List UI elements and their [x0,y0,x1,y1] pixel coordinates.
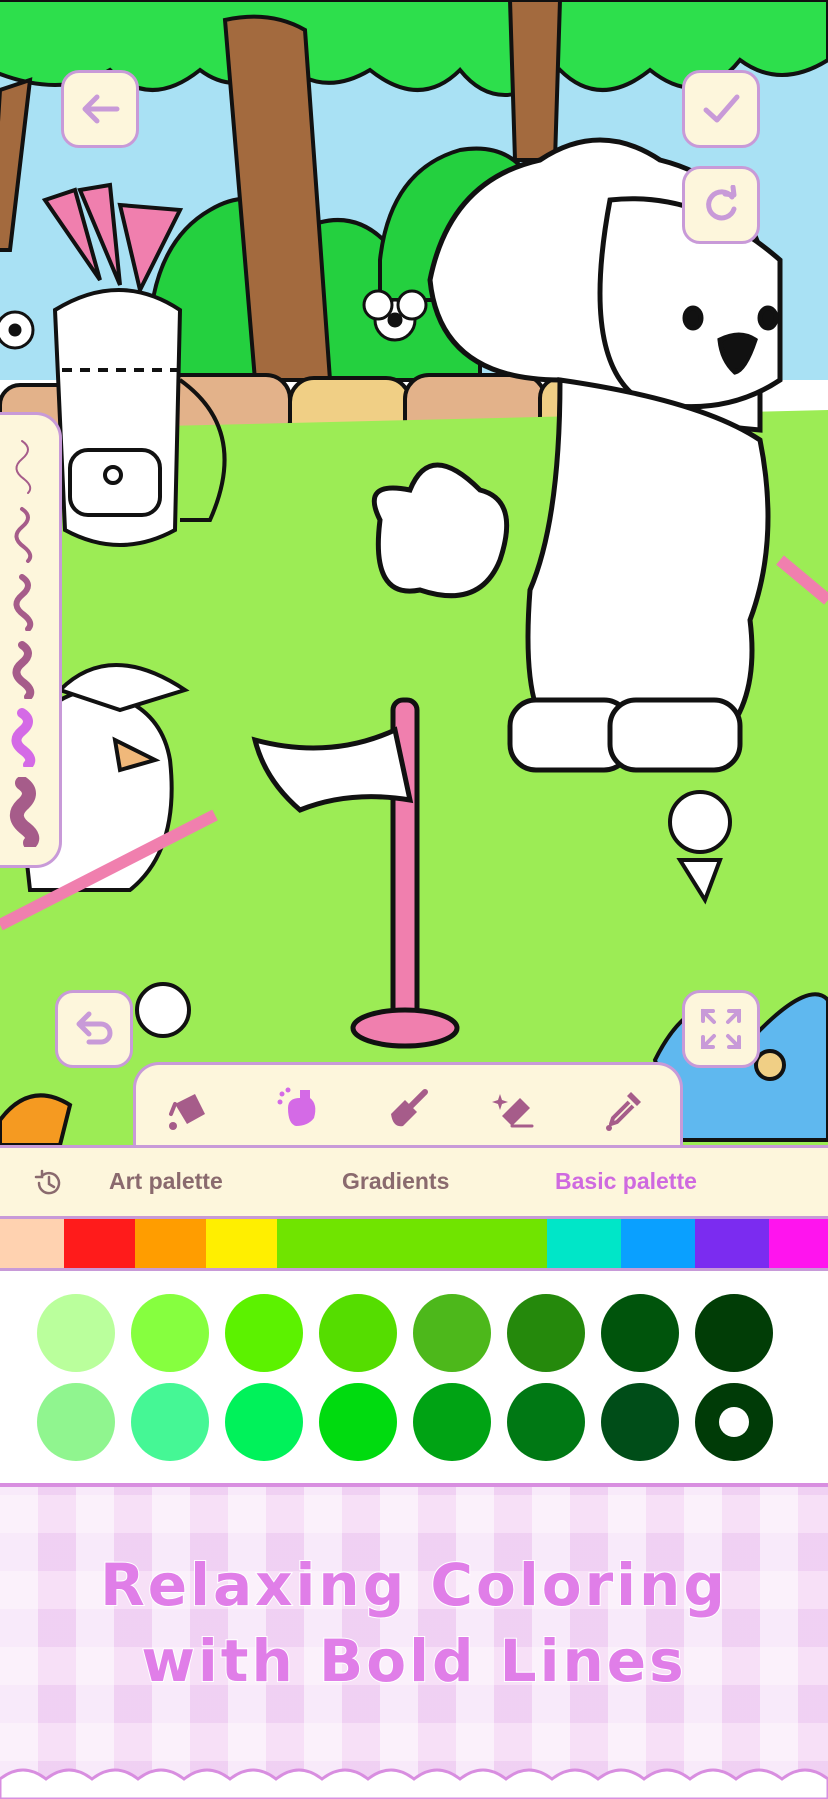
tool-eraser[interactable] [489,1081,545,1137]
hue-segment[interactable] [206,1219,277,1268]
color-swatch[interactable] [601,1294,679,1372]
hue-segment[interactable] [135,1219,206,1268]
color-swatch[interactable] [507,1294,585,1372]
tool-paint-brush[interactable] [380,1081,436,1137]
color-swatch[interactable] [319,1294,397,1372]
brush-thin-1[interactable] [4,435,50,495]
hue-segment[interactable] [695,1219,769,1268]
color-swatch[interactable] [601,1383,679,1461]
paint-brush-icon [390,1088,428,1126]
eyedropper-icon [605,1091,641,1131]
tab-gradients[interactable]: Gradients [342,1168,449,1195]
undo-icon [76,1011,113,1045]
brush-size-panel [0,412,62,868]
confirm-button[interactable] [682,70,760,148]
spray-icon [277,1087,316,1126]
color-swatch[interactable] [413,1294,491,1372]
fullscreen-button[interactable] [682,990,760,1068]
color-swatch[interactable] [695,1294,773,1372]
color-swatch[interactable] [413,1383,491,1461]
arrow-left-icon [82,94,120,124]
back-button[interactable] [61,70,139,148]
color-swatch[interactable] [225,1294,303,1372]
brush-medium-1[interactable] [4,571,50,632]
hue-segment[interactable] [277,1219,547,1268]
hue-segment[interactable] [621,1219,695,1268]
hue-strip [0,1219,828,1271]
color-swatch[interactable] [131,1294,209,1372]
hue-segment[interactable] [769,1219,828,1268]
color-swatch[interactable] [37,1383,115,1461]
brush-selected-violet[interactable] [4,707,50,770]
history-button[interactable] [34,1168,64,1202]
reset-button[interactable] [682,166,760,244]
selected-swatch-indicator [719,1407,749,1437]
promo-line-1: Relaxing Coloring [99,1550,728,1620]
promo-banner: Relaxing Coloring with Bold Lines [0,1483,828,1799]
tool-spray[interactable] [271,1081,327,1137]
color-swatch[interactable] [225,1383,303,1461]
expand-icon [701,1009,741,1049]
tool-bar [133,1062,683,1152]
check-icon [703,94,740,123]
color-swatch[interactable] [37,1294,115,1372]
refresh-icon [706,185,737,221]
promo-line-2: with Bold Lines [140,1626,687,1696]
brush-medium-2[interactable] [4,639,50,701]
palette-tabs: Art palette Gradients Basic palette [0,1145,828,1219]
brush-thin-2[interactable] [4,503,50,563]
brush-thick[interactable] [4,776,50,850]
paint-bucket-icon [169,1093,206,1130]
tool-eyedropper[interactable] [598,1081,654,1137]
color-swatch[interactable] [319,1383,397,1461]
eraser-icon [491,1093,534,1127]
color-swatch[interactable] [131,1383,209,1461]
history-icon [34,1169,61,1195]
hue-segment[interactable] [547,1219,621,1268]
undo-button[interactable] [55,990,133,1068]
color-swatch-grid [0,1271,828,1483]
hue-segment[interactable] [0,1219,64,1268]
color-swatch[interactable] [507,1383,585,1461]
scalloped-edge [0,1768,828,1799]
tool-fill-bucket[interactable] [162,1081,218,1137]
color-swatch[interactable] [695,1383,773,1461]
hue-segment[interactable] [64,1219,135,1268]
tab-basic-palette[interactable]: Basic palette [555,1168,697,1195]
tab-art-palette[interactable]: Art palette [109,1168,223,1195]
